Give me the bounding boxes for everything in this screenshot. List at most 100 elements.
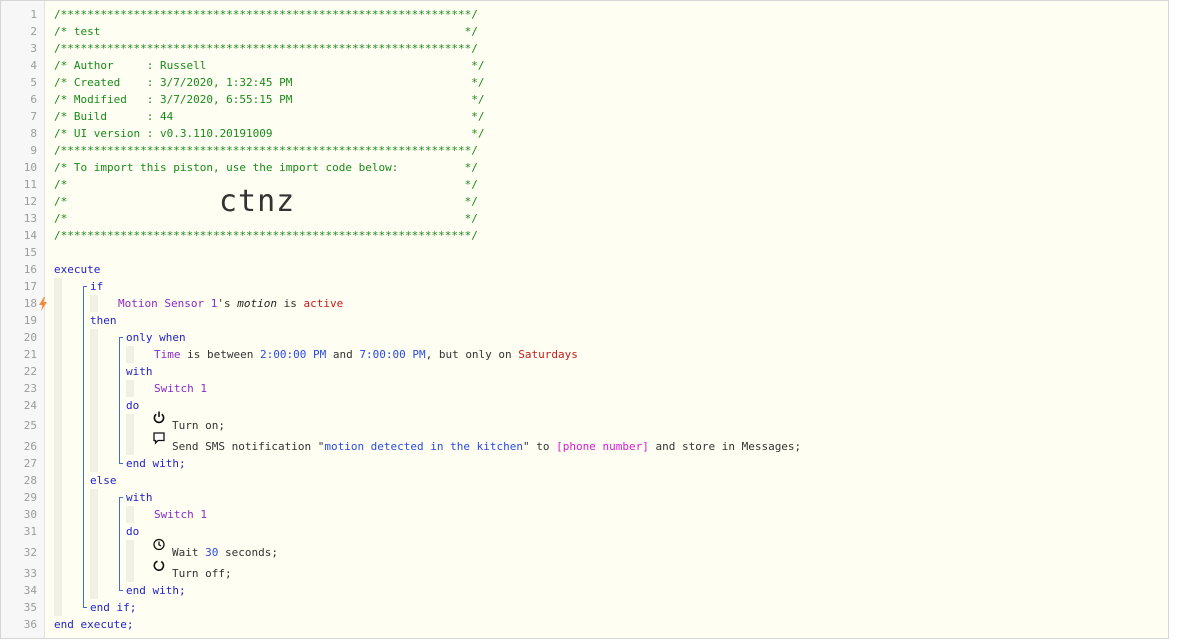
bracket-cap xyxy=(119,337,123,338)
token-var[interactable]: [phone number] xyxy=(556,440,649,453)
line-number: 26 xyxy=(23,440,37,453)
code-line[interactable]: /* Modified : 3/7/2020, 6:55:15 PM */ xyxy=(54,91,484,108)
token-cm: /***************************************… xyxy=(54,42,478,55)
code-line[interactable]: if xyxy=(90,278,103,295)
code-line[interactable]: /* To import this piston, use the import… xyxy=(54,159,478,176)
bracket-cap xyxy=(119,463,123,464)
token-cm: /* To import this piston, use the import… xyxy=(54,161,478,174)
token-pl: Turn on; xyxy=(172,419,225,432)
token-val: active xyxy=(303,297,344,310)
line-number: 27 xyxy=(23,457,37,470)
token-pl: " to xyxy=(523,440,557,453)
line-number: 32 xyxy=(23,546,37,559)
code-line[interactable]: /***************************************… xyxy=(54,6,478,23)
block-bracket xyxy=(83,286,84,607)
token-kw: only when xyxy=(126,331,186,344)
code-line[interactable]: /* Author : Russell */ xyxy=(54,57,484,74)
token-dev[interactable]: Switch 1 xyxy=(154,382,207,395)
code-line[interactable]: Send SMS notification "motion detected i… xyxy=(153,432,802,455)
line-number: 4 xyxy=(30,59,37,72)
token-pl: , but only on xyxy=(425,348,519,361)
piston-editor: 1 2 3 4 5 6 7 8 9 10 11 12 13 14 15 16 17 18 19 20 21 22 23 24 2… xyxy=(0,0,1169,639)
line-number: 16 xyxy=(23,263,37,276)
code-line[interactable]: end with; xyxy=(126,582,186,599)
code-line[interactable]: do xyxy=(126,397,139,414)
line-number: 11 xyxy=(23,178,37,191)
line-number: 18 xyxy=(23,297,37,310)
token-cm: /* test */ xyxy=(54,25,478,38)
code-line[interactable]: only when xyxy=(126,329,186,346)
line-number: 12 xyxy=(23,195,37,208)
block-bracket xyxy=(119,497,120,590)
token-cm: /* Author : Russell */ xyxy=(54,59,485,72)
token-num: 7:00:00 PM xyxy=(359,348,426,361)
line-number: 30 xyxy=(23,508,37,521)
token-pl: Turn off; xyxy=(172,567,232,580)
line-number: 5 xyxy=(30,76,37,89)
indent-guide xyxy=(90,489,98,599)
token-cm: /* UI version : v0.3.110.20191009 */ xyxy=(54,127,485,140)
token-cm: /***************************************… xyxy=(54,144,478,157)
bracket-cap xyxy=(119,497,123,498)
line-number: 24 xyxy=(23,399,37,412)
token-kw: with xyxy=(126,365,153,378)
line-number: 1 xyxy=(30,8,37,21)
token-pl: Wait xyxy=(172,546,206,559)
code-line[interactable]: end with; xyxy=(126,455,186,472)
token-kw: end if; xyxy=(90,601,137,614)
token-str: motion detected in the kitchen xyxy=(324,440,524,453)
power-off-icon xyxy=(153,559,165,577)
code-line[interactable]: Switch 1 xyxy=(154,380,207,397)
code-line[interactable]: end if; xyxy=(90,599,136,616)
token-dev[interactable]: Motion Sensor 1 xyxy=(118,297,217,310)
indent-guide xyxy=(54,278,62,616)
code-line[interactable]: Time is between 2:00:00 PM and 7:00:00 P… xyxy=(154,346,578,363)
code-line[interactable]: /***************************************… xyxy=(54,40,478,57)
code-line[interactable]: with xyxy=(126,489,153,506)
message-icon xyxy=(153,432,165,450)
line-number: 29 xyxy=(23,491,37,504)
code-line[interactable]: /* test */ xyxy=(54,23,478,40)
code-line[interactable]: /***************************************… xyxy=(54,142,478,159)
code-line[interactable]: /* Build : 44 */ xyxy=(54,108,484,125)
token-cm: /* Created : 3/7/2020, 1:32:45 PM */ xyxy=(54,76,485,89)
line-number: 6 xyxy=(30,93,37,106)
line-number: 36 xyxy=(23,618,37,631)
code-line[interactable]: end execute; xyxy=(54,616,133,633)
token-pl: and xyxy=(326,348,360,361)
code-line[interactable]: then xyxy=(90,312,117,329)
code-line[interactable]: /* UI version : v0.3.110.20191009 */ xyxy=(54,125,484,142)
token-dev[interactable]: Switch 1 xyxy=(154,508,207,521)
clock-icon xyxy=(153,538,165,556)
code-line[interactable]: with xyxy=(126,363,153,380)
bracket-cap xyxy=(83,607,87,608)
indent-guide xyxy=(126,346,134,363)
code-line[interactable]: Switch 1 xyxy=(154,506,207,523)
code-line[interactable]: execute xyxy=(54,261,100,278)
line-number: 23 xyxy=(23,382,37,395)
code-line[interactable]: Wait 30 seconds; xyxy=(153,538,278,561)
code-line[interactable]: else xyxy=(90,472,117,489)
indent-guide xyxy=(126,380,134,397)
line-number: 28 xyxy=(23,474,37,487)
code-line[interactable]: /***************************************… xyxy=(54,227,478,244)
code-line[interactable]: Turn off; xyxy=(153,560,232,582)
indent-guide xyxy=(126,540,134,582)
token-pl: and store in Messages; xyxy=(648,440,802,453)
line-number: 2 xyxy=(30,25,37,38)
indent-guide xyxy=(126,414,134,455)
line-number: 34 xyxy=(23,584,37,597)
token-pl: is between xyxy=(180,348,260,361)
indent-guide xyxy=(90,295,98,312)
code-line[interactable]: /* Created : 3/7/2020, 1:32:45 PM */ xyxy=(54,74,484,91)
token-pl: is xyxy=(276,297,304,310)
token-kw: execute xyxy=(54,263,101,276)
token-attr: motion xyxy=(237,297,277,310)
code-line[interactable]: Motion Sensor 1's motion is active xyxy=(118,295,343,312)
line-number: 7 xyxy=(30,110,37,123)
token-pl: Send SMS notification " xyxy=(172,440,325,453)
token-kw: if xyxy=(90,280,104,293)
code-line[interactable]: do xyxy=(126,523,139,540)
token-kw: else xyxy=(90,474,117,487)
token-dev[interactable]: Time xyxy=(154,348,181,361)
